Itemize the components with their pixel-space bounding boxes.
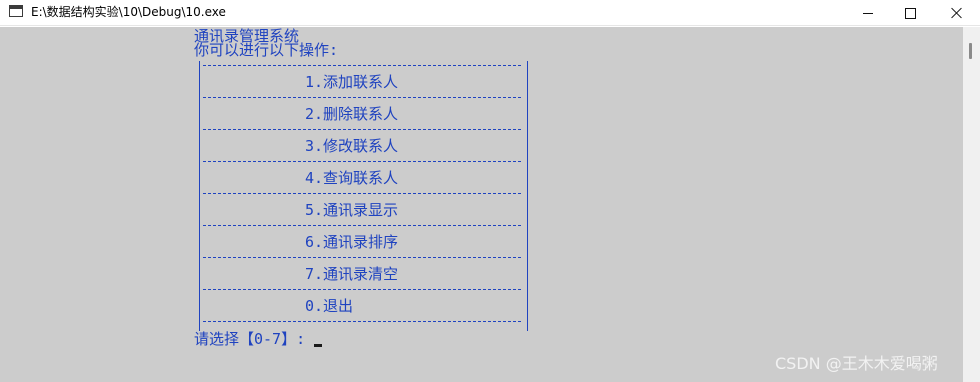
menu-separator: [203, 289, 521, 290]
menu-item-query: 4.查询联系人: [305, 169, 399, 187]
maximize-icon: [904, 7, 916, 19]
menu-separator: [203, 161, 521, 162]
minimize-icon: [863, 12, 873, 14]
menu-item-display: 5.通讯录显示: [305, 201, 399, 219]
menu-item-exit: 0.退出: [305, 297, 354, 315]
menu-separator: [203, 65, 521, 66]
watermark-text: CSDN @王木木爱喝粥: [775, 354, 938, 373]
menu-separator: [203, 97, 521, 98]
menu-separator: [203, 129, 521, 130]
menu-separator: [203, 193, 521, 194]
menu-box: 1.添加联系人 2.删除联系人 3.修改联系人 4.查询联系人 5.通讯录显示 …: [199, 61, 528, 331]
maximize-button[interactable]: [887, 0, 933, 26]
menu-item-sort: 6.通讯录排序: [305, 233, 399, 251]
console-app-icon: [9, 5, 23, 17]
menu-item-clear: 7.通讯录清空: [305, 265, 399, 283]
close-icon: [951, 7, 963, 19]
scrollbar-thumb[interactable]: [969, 43, 972, 59]
menu-item-add: 1.添加联系人: [305, 73, 399, 91]
close-button[interactable]: [934, 0, 980, 26]
menu-separator: [203, 257, 521, 258]
menu-item-modify: 3.修改联系人: [305, 137, 399, 155]
window-titlebar: E:\数据结构实验\10\Debug\10.exe: [0, 0, 980, 26]
minimize-button[interactable]: [845, 0, 891, 26]
window-title: E:\数据结构实验\10\Debug\10.exe: [31, 5, 226, 19]
input-prompt: 请选择【0-7】:: [194, 330, 306, 348]
vertical-scrollbar[interactable]: [963, 27, 980, 382]
text-cursor[interactable]: [314, 344, 322, 347]
menu-separator: [203, 321, 521, 322]
menu-separator: [203, 225, 521, 226]
menu-item-delete: 2.删除联系人: [305, 105, 399, 123]
console-header-instruction: 你可以进行以下操作:: [194, 41, 339, 59]
console-output[interactable]: 通讯录管理系统 你可以进行以下操作: 1.添加联系人 2.删除联系人 3.修改联…: [0, 27, 963, 382]
